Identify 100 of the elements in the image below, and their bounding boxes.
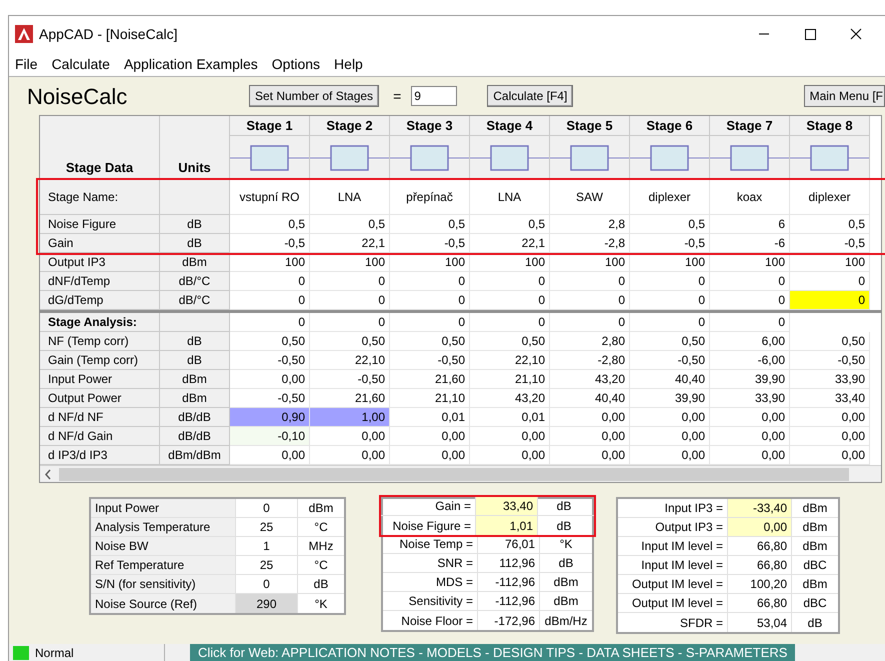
table-cell[interactable]: 22,10 <box>470 351 550 370</box>
table-cell[interactable]: 0,00 <box>310 446 390 465</box>
table-cell[interactable]: 6,00 <box>710 332 790 351</box>
table-cell[interactable]: koax <box>710 180 790 215</box>
table-cell[interactable]: 0 <box>470 313 550 332</box>
table-cell[interactable]: 2,8 <box>550 215 630 234</box>
table-cell[interactable]: LNA <box>470 180 550 215</box>
table-cell[interactable]: 0,5 <box>630 215 710 234</box>
table-cell[interactable]: 0 <box>790 291 870 310</box>
table-cell[interactable]: 0,00 <box>630 408 710 427</box>
table-cell[interactable]: 0,5 <box>390 215 470 234</box>
table-cell[interactable]: 0,00 <box>630 446 710 465</box>
table-cell[interactable]: 0,5 <box>230 215 310 234</box>
table-cell[interactable]: -0,5 <box>230 234 310 253</box>
table-cell[interactable]: diplexer <box>630 180 710 215</box>
table-cell[interactable]: 0,00 <box>390 427 470 446</box>
calculate-button[interactable]: Calculate [F4] <box>487 85 574 107</box>
table-cell[interactable]: 0,5 <box>310 215 390 234</box>
table-cell[interactable]: 2,80 <box>550 332 630 351</box>
table-cell[interactable]: 0,50 <box>790 332 870 351</box>
table-cell[interactable]: 0,00 <box>790 446 870 465</box>
table-cell[interactable]: 0,00 <box>710 427 790 446</box>
table-cell[interactable]: 40,40 <box>630 370 710 389</box>
value-cell[interactable]: 0,00 <box>728 518 792 536</box>
table-cell[interactable]: 43,20 <box>470 389 550 408</box>
table-cell[interactable]: 33,90 <box>790 370 870 389</box>
table-cell[interactable]: přepínač <box>390 180 470 215</box>
menu-item[interactable]: Calculate <box>52 54 110 74</box>
table-cell[interactable]: 0,00 <box>550 408 630 427</box>
table-cell[interactable]: 0,00 <box>550 446 630 465</box>
table-cell[interactable]: 0,50 <box>310 332 390 351</box>
main-menu-button[interactable]: Main Menu [F <box>804 85 885 107</box>
table-cell[interactable]: 0,00 <box>470 446 550 465</box>
table-cell[interactable]: -0,50 <box>630 351 710 370</box>
table-cell[interactable]: 0,00 <box>390 446 470 465</box>
table-cell[interactable]: 22,1 <box>310 234 390 253</box>
table-cell[interactable]: 0,50 <box>390 332 470 351</box>
table-cell[interactable]: 0,00 <box>710 408 790 427</box>
menu-item[interactable]: Application Examples <box>124 54 258 74</box>
table-cell[interactable]: 33,40 <box>790 389 870 408</box>
table-cell[interactable]: 0 <box>310 291 390 310</box>
table-cell[interactable]: diplexer <box>790 180 870 215</box>
set-stages-button[interactable]: Set Number of Stages <box>249 85 380 107</box>
table-cell[interactable]: -0,50 <box>230 389 310 408</box>
table-cell[interactable]: 22,10 <box>310 351 390 370</box>
table-cell[interactable]: 0,00 <box>630 427 710 446</box>
table-cell[interactable]: vstupní RO <box>230 180 310 215</box>
table-cell[interactable]: 21,10 <box>470 370 550 389</box>
table-cell[interactable]: 0 <box>470 272 550 291</box>
table-cell[interactable]: 21,10 <box>390 389 470 408</box>
horizontal-scrollbar[interactable] <box>40 465 881 482</box>
table-cell[interactable]: 0,01 <box>390 408 470 427</box>
table-cell[interactable]: 0,50 <box>470 332 550 351</box>
table-cell[interactable]: -0,50 <box>310 370 390 389</box>
table-cell[interactable]: 0 <box>710 272 790 291</box>
table-cell[interactable]: -0,50 <box>790 351 870 370</box>
table-cell[interactable]: 0,00 <box>710 446 790 465</box>
table-cell[interactable]: 0,00 <box>790 408 870 427</box>
table-cell[interactable]: -0,50 <box>230 351 310 370</box>
value-cell[interactable]: -33,40 <box>728 499 792 517</box>
table-cell[interactable]: 0 <box>310 313 390 332</box>
table-cell[interactable]: 0,5 <box>470 215 550 234</box>
table-cell[interactable]: -0,5 <box>630 234 710 253</box>
table-cell[interactable]: -6 <box>710 234 790 253</box>
table-cell[interactable]: 0 <box>390 272 470 291</box>
value-cell[interactable]: 33,40 <box>476 497 538 515</box>
table-cell[interactable]: 0,5 <box>790 215 870 234</box>
table-cell[interactable]: 0 <box>390 313 470 332</box>
table-cell[interactable]: 0 <box>630 272 710 291</box>
table-cell[interactable]: -0,50 <box>390 351 470 370</box>
table-cell[interactable]: 0 <box>470 291 550 310</box>
table-cell[interactable]: 0 <box>710 313 790 332</box>
table-cell[interactable]: 0,00 <box>230 446 310 465</box>
table-cell[interactable]: 0,90 <box>230 408 310 427</box>
table-cell[interactable]: 39,90 <box>710 370 790 389</box>
table-cell[interactable]: -6,00 <box>710 351 790 370</box>
table-cell[interactable]: 0 <box>550 291 630 310</box>
table-cell[interactable]: -0,5 <box>790 234 870 253</box>
value-cell[interactable]: 1,01 <box>476 516 538 535</box>
table-cell[interactable]: 0,00 <box>310 427 390 446</box>
table-cell[interactable]: 0,01 <box>470 408 550 427</box>
table-cell[interactable]: 0 <box>310 272 390 291</box>
table-cell[interactable]: 0,00 <box>230 370 310 389</box>
table-cell[interactable]: 39,90 <box>630 389 710 408</box>
table-cell[interactable]: 22,1 <box>470 234 550 253</box>
table-cell[interactable]: -0,10 <box>230 427 310 446</box>
table-cell[interactable]: 21,60 <box>310 389 390 408</box>
table-cell[interactable]: -0,5 <box>390 234 470 253</box>
table-cell[interactable]: 0 <box>550 272 630 291</box>
menu-item[interactable]: Help <box>334 54 363 74</box>
table-cell[interactable]: 0,00 <box>550 427 630 446</box>
table-cell[interactable]: 0,50 <box>630 332 710 351</box>
value-cell[interactable]: 290 <box>236 594 298 613</box>
table-cell[interactable]: 0 <box>230 272 310 291</box>
table-cell[interactable]: 0,00 <box>470 427 550 446</box>
table-cell[interactable]: 0,00 <box>790 427 870 446</box>
menu-item[interactable]: File <box>15 54 38 74</box>
table-cell[interactable]: 0 <box>630 313 710 332</box>
menu-item[interactable]: Options <box>272 54 320 74</box>
table-cell[interactable]: 6 <box>710 215 790 234</box>
